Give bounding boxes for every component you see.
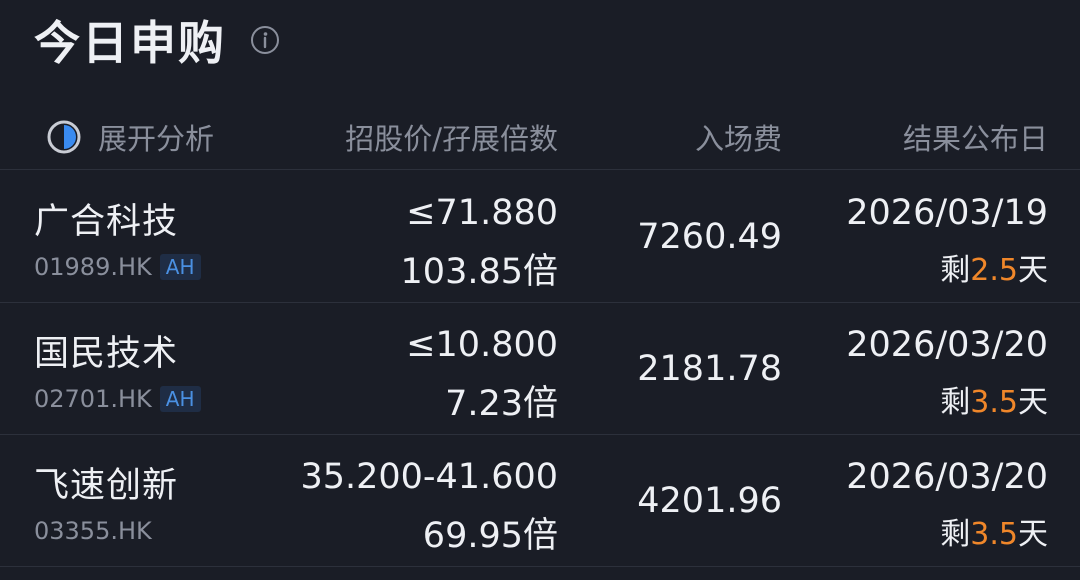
table-header: 展开分析 招股价/孖展倍数 入场费 结果公布日 bbox=[0, 108, 1080, 166]
price-column-header[interactable]: 招股价/孖展倍数 bbox=[345, 116, 558, 158]
entry-fee: 2181.78 bbox=[637, 349, 782, 389]
ah-badge: AH bbox=[159, 386, 201, 412]
stock-code: 01989.HK bbox=[34, 253, 152, 281]
table-row[interactable]: 广合科技 01989.HK AH ≤71.880 103.85倍 7260.49… bbox=[0, 171, 1080, 301]
remain-prefix: 剩 bbox=[940, 253, 971, 288]
divider bbox=[0, 169, 1080, 170]
table-row[interactable]: 飞速创新 03355.HK 35.200-41.600 69.95倍 4201.… bbox=[0, 435, 1080, 565]
table-row[interactable]: 国民技术 02701.HK AH ≤10.800 7.23倍 2181.78 2… bbox=[0, 303, 1080, 433]
date-column-header[interactable]: 结果公布日 bbox=[903, 116, 1048, 158]
expand-analysis-label: 展开分析 bbox=[98, 122, 215, 156]
stock-code: 03355.HK bbox=[34, 517, 152, 545]
fee-column-header[interactable]: 入场费 bbox=[695, 116, 782, 158]
pie-chart-icon bbox=[46, 119, 82, 155]
title-bar: 今日申购 bbox=[34, 10, 280, 70]
margin-multiple: 7.23倍 bbox=[445, 384, 558, 424]
divider bbox=[0, 566, 1080, 567]
days-remaining: 剩3.5天 bbox=[940, 377, 1048, 421]
ah-badge: AH bbox=[159, 254, 201, 280]
stock-code-line: 01989.HK AH bbox=[34, 253, 201, 281]
ipo-subscription-page: 今日申购 展开分析 招股价/孖展倍数 入场费 结果公布日 广合科技 01989.… bbox=[0, 0, 1080, 580]
remain-prefix: 剩 bbox=[940, 517, 971, 552]
result-date: 2026/03/20 bbox=[846, 325, 1048, 365]
offer-price: 35.200-41.600 bbox=[300, 457, 558, 497]
days-remaining: 剩2.5天 bbox=[940, 245, 1048, 289]
offer-price: ≤10.800 bbox=[406, 325, 558, 365]
offer-price: ≤71.880 bbox=[406, 193, 558, 233]
stock-code: 02701.HK bbox=[34, 385, 152, 413]
page-title: 今日申购 bbox=[34, 16, 226, 70]
remain-suffix: 天 bbox=[1018, 253, 1048, 288]
margin-multiple: 103.85倍 bbox=[400, 252, 558, 292]
remain-suffix: 天 bbox=[1018, 517, 1048, 552]
remain-days: 2.5 bbox=[970, 253, 1018, 288]
result-date: 2026/03/20 bbox=[846, 457, 1048, 497]
stock-code-line: 02701.HK AH bbox=[34, 385, 201, 413]
remain-days: 3.5 bbox=[970, 385, 1018, 420]
remain-days: 3.5 bbox=[970, 517, 1018, 552]
stock-name: 国民技术 bbox=[34, 334, 179, 374]
entry-fee: 7260.49 bbox=[637, 217, 782, 257]
expand-analysis-button[interactable]: 展开分析 bbox=[46, 116, 214, 158]
days-remaining: 剩3.5天 bbox=[940, 509, 1048, 553]
stock-name: 飞速创新 bbox=[34, 466, 179, 506]
margin-multiple: 69.95倍 bbox=[422, 516, 558, 556]
remain-prefix: 剩 bbox=[940, 385, 971, 420]
result-date: 2026/03/19 bbox=[846, 193, 1048, 233]
remain-suffix: 天 bbox=[1018, 385, 1048, 420]
entry-fee: 4201.96 bbox=[637, 481, 782, 521]
stock-code-line: 03355.HK bbox=[34, 517, 152, 545]
info-icon[interactable] bbox=[250, 25, 280, 55]
stock-name: 广合科技 bbox=[34, 202, 179, 242]
